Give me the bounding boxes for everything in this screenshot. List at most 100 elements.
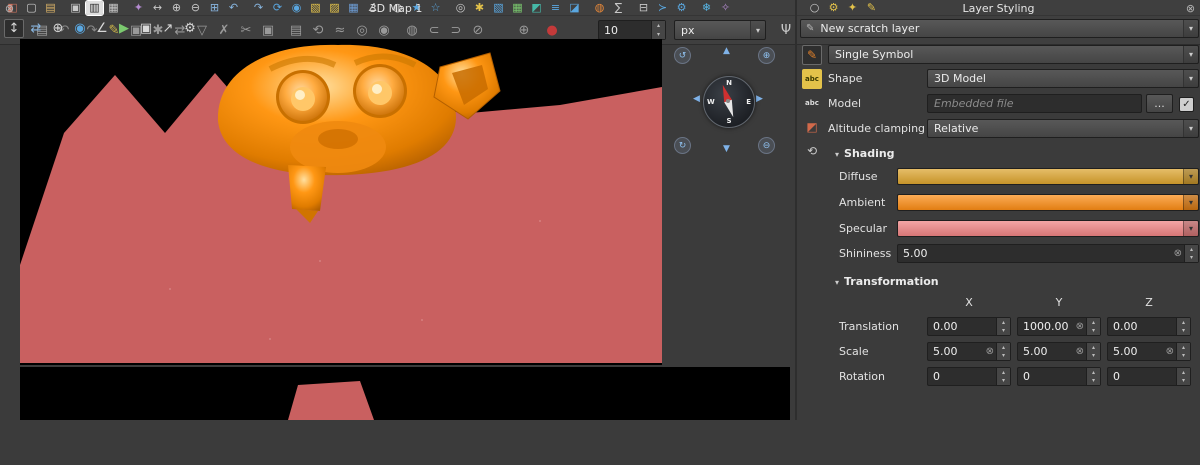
clear-icon[interactable]: ⊗ [1174, 248, 1182, 259]
rotation-row: Rotation 0▴▾ 0▴▾ 0▴▾ [797, 367, 1200, 387]
export-scene-icon[interactable]: ↗ [158, 19, 178, 38]
axis-y-header: Y [1017, 296, 1101, 309]
scale-label: Scale [839, 342, 869, 361]
history-icon[interactable]: ⟲ [802, 141, 822, 161]
camera-tilt-up-button[interactable]: ↺ [674, 47, 691, 64]
translation-label: Translation [839, 317, 899, 336]
view-3d-icon[interactable]: ◩ [802, 117, 822, 137]
rotation-z-spinbox[interactable]: 0▴▾ [1107, 367, 1191, 386]
renderer-combo[interactable]: Single Symbol ▾ [828, 45, 1199, 64]
clear-icon[interactable]: ⊗ [1076, 346, 1084, 357]
shape-value: 3D Model [928, 72, 1183, 85]
spin-buttons[interactable]: ▴▾ [996, 343, 1010, 360]
chevron-down-icon: ▾ [1183, 195, 1198, 210]
diffuse-color-button[interactable]: ▾ [897, 168, 1199, 185]
spin-buttons[interactable]: ▴▾ [1176, 368, 1190, 385]
layer-polygon [288, 381, 374, 420]
compass[interactable]: N S W E [703, 76, 755, 128]
axis-z-header: Z [1107, 296, 1191, 309]
styling-tabs: ✎ abc abc ◩ ⟲ [799, 45, 825, 161]
translation-y-spinbox[interactable]: 1000.00⊗▴▾ [1017, 317, 1101, 336]
layer-selector-combo[interactable]: ✎ New scratch layer ▾ [800, 19, 1199, 38]
measure-3d-icon[interactable]: ∠ [92, 19, 112, 38]
scale-x-spinbox[interactable]: 5.00⊗▴▾ [927, 342, 1011, 361]
save-as-image-icon[interactable]: ▣ [136, 19, 156, 38]
camera-tilt-down-button[interactable]: ↻ [674, 137, 691, 154]
altitude-clamping-label: Altitude clamping [828, 119, 925, 138]
model-browse-button[interactable]: ... [1146, 94, 1173, 113]
move-left-arrow[interactable]: ◀ [693, 95, 700, 104]
zoom-3d-icon[interactable]: ⊕ [48, 19, 68, 38]
shininess-value: 5.00 [898, 247, 1174, 260]
spin-buttons[interactable]: ▴▾ [1086, 343, 1100, 360]
zoom-out-button[interactable]: ⊖ [758, 137, 775, 154]
translation-x-spinbox[interactable]: 0.00▴▾ [927, 317, 1011, 336]
close-icon[interactable]: ⊗ [1183, 1, 1198, 16]
model-embedded-checkbox[interactable]: ✓ [1179, 97, 1194, 112]
clear-icon[interactable]: ⊗ [986, 346, 994, 357]
camera-navigation-widget: ↺ ⊕ ↻ ⊖ ▲ ▼ ◀ ▶ N S W E [662, 39, 792, 365]
layer-styling-title: Layer Styling [797, 0, 1200, 17]
model-file-input[interactable]: Embedded file [927, 94, 1142, 113]
chevron-down-icon: ▾ [1183, 169, 1198, 184]
map-canvas-2d[interactable] [20, 367, 790, 420]
chevron-down-icon: ▾ [1183, 120, 1198, 137]
shape-combo[interactable]: 3D Model ▾ [927, 69, 1199, 88]
scratch-layer-icon: ✎ [801, 23, 814, 34]
scale-z-spinbox[interactable]: 5.00⊗▴▾ [1107, 342, 1191, 361]
symbology-icon[interactable]: ✎ [802, 45, 822, 65]
axis-x-header: X [927, 296, 1011, 309]
move-down-arrow[interactable]: ▼ [723, 145, 730, 154]
translation-row: Translation 0.00▴▾ 1000.00⊗▴▾ 0.00▴▾ [797, 317, 1200, 337]
move-right-arrow[interactable]: ▶ [756, 95, 763, 104]
clear-icon[interactable]: ⊗ [1076, 321, 1084, 332]
renderer-value: Single Symbol [829, 48, 1183, 61]
move-up-arrow[interactable]: ▲ [723, 47, 730, 56]
scale-row: Scale 5.00⊗▴▾ 5.00⊗▴▾ 5.00⊗▴▾ [797, 342, 1200, 362]
shading-section-header[interactable]: ▾Shading [835, 146, 895, 163]
spin-buttons[interactable]: ▴▾ [996, 368, 1010, 385]
map3d-viewport[interactable] [20, 39, 662, 365]
rotation-x-spinbox[interactable]: 0▴▾ [927, 367, 1011, 386]
2d-scene [20, 367, 790, 420]
chevron-down-icon: ▾ [1183, 46, 1198, 63]
rotation-y-spinbox[interactable]: 0▴▾ [1017, 367, 1101, 386]
masks-icon[interactable]: abc [802, 93, 822, 113]
map3d-panel: 3D Map 1 ⊗ ↕⇄⊕◉∠▶▣↗⚙ [0, 0, 792, 420]
shininess-spinbox[interactable]: 5.00 ⊗ ▴▾ [897, 244, 1199, 263]
map3d-toolbar: ↕⇄⊕◉∠▶▣↗⚙ [4, 18, 200, 38]
spin-buttons[interactable]: ▴▾ [1176, 343, 1190, 360]
collapse-icon: ▾ [835, 278, 839, 287]
identify-3d-icon[interactable]: ◉ [70, 19, 90, 38]
scale-y-spinbox[interactable]: 5.00⊗▴▾ [1017, 342, 1101, 361]
compass-needle [704, 77, 752, 125]
camera-control-icon[interactable]: ↕ [4, 19, 24, 38]
specular-label: Specular [839, 219, 887, 238]
spin-buttons[interactable]: ▴▾ [1086, 318, 1100, 335]
model-label: Model [828, 94, 861, 113]
altitude-clamping-combo[interactable]: Relative ▾ [927, 119, 1199, 138]
collapse-icon: ▾ [835, 150, 839, 159]
options-3d-icon[interactable]: ⚙ [180, 19, 200, 38]
layer-styling-panel: Layer Styling ⊗ ✎ New scratch layer ▾ ✎ a… [795, 0, 1200, 420]
shape-label: Shape [828, 69, 862, 88]
transformation-section-header[interactable]: ▾Transformation [835, 274, 939, 291]
map3d-panel-title: 3D Map 1 [0, 0, 792, 17]
rotation-label: Rotation [839, 367, 885, 386]
spin-buttons[interactable]: ▴▾ [1086, 368, 1100, 385]
altitude-clamping-value: Relative [928, 122, 1183, 135]
spin-buttons[interactable]: ▴▾ [996, 318, 1010, 335]
zoom-in-button[interactable]: ⊕ [758, 47, 775, 64]
translation-z-spinbox[interactable]: 0.00▴▾ [1107, 317, 1191, 336]
specular-color-button[interactable]: ▾ [897, 220, 1199, 237]
spin-buttons[interactable]: ▴▾ [1176, 318, 1190, 335]
animations-icon[interactable]: ▶ [114, 19, 134, 38]
ambient-color-button[interactable]: ▾ [897, 194, 1199, 211]
chevron-down-icon: ▾ [1183, 20, 1198, 37]
clear-icon[interactable]: ⊗ [1166, 346, 1174, 357]
pan-3d-icon[interactable]: ⇄ [26, 19, 46, 38]
close-icon[interactable]: ⊗ [2, 1, 17, 16]
spin-buttons[interactable]: ▴▾ [1184, 245, 1198, 262]
labels-icon[interactable]: abc [802, 69, 822, 89]
ambient-label: Ambient [839, 193, 885, 212]
